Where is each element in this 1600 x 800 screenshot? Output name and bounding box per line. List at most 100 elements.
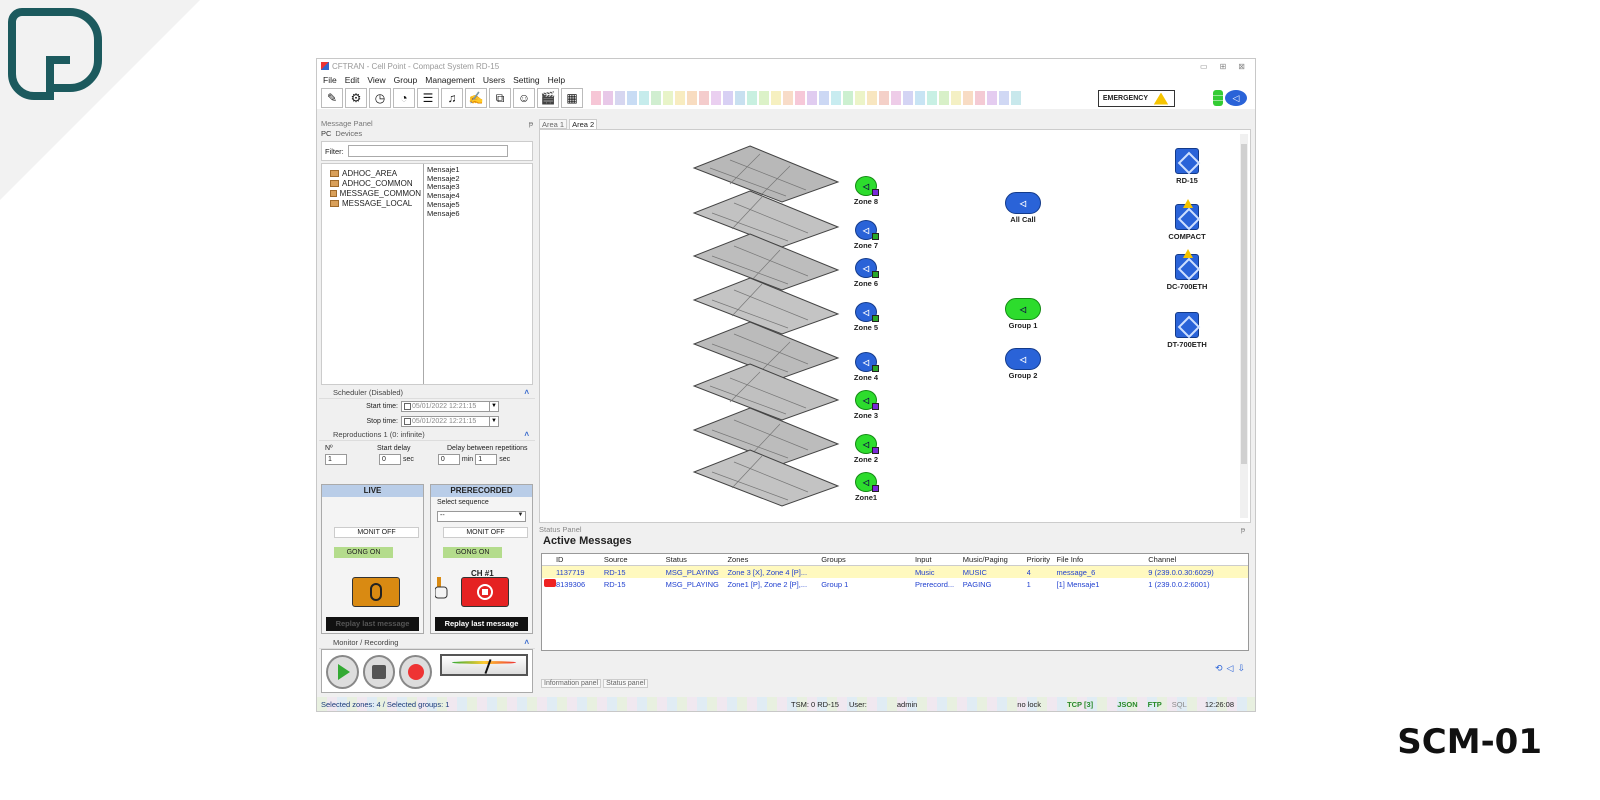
network-status-icon[interactable]: ◁ bbox=[1213, 90, 1247, 106]
play-prerecorded-button[interactable] bbox=[461, 577, 509, 607]
tab-area-1[interactable]: Area 1 bbox=[539, 119, 568, 129]
menu-setting[interactable]: Setting bbox=[513, 75, 539, 85]
zone-5-speaker[interactable]: ◁ Zone 5 bbox=[848, 302, 884, 332]
tree-item[interactable]: MESSAGE_COMMON bbox=[330, 188, 421, 198]
reproductions-header[interactable]: Reproductions 1 (0: infinite) ˄ bbox=[319, 429, 535, 441]
zone-4-speaker[interactable]: ◁ Zone 4 bbox=[848, 352, 884, 382]
column-header[interactable]: Zones bbox=[727, 555, 821, 564]
tab-information-panel[interactable]: Information panel bbox=[541, 679, 602, 688]
column-header[interactable]: Input bbox=[915, 555, 963, 564]
device-dc-700eth[interactable]: DC-700ETH bbox=[1162, 249, 1212, 291]
repetitions-stepper[interactable]: 1 bbox=[325, 453, 347, 465]
edit-note-icon[interactable]: ✍ bbox=[465, 88, 487, 108]
monit-toggle[interactable]: MONIT OFF bbox=[334, 527, 419, 538]
zone-1-speaker[interactable]: ◁ Zone1 bbox=[848, 472, 884, 502]
gong-toggle[interactable]: GONG ON bbox=[334, 547, 393, 558]
chevron-up-icon[interactable]: ˄ bbox=[524, 638, 529, 647]
chevron-up-icon[interactable]: ˄ bbox=[524, 430, 529, 439]
pin-icon[interactable]: ᵽ bbox=[1241, 525, 1245, 535]
chevron-down-icon[interactable]: ▼ bbox=[489, 402, 498, 411]
pencil-icon[interactable]: ✎ bbox=[321, 88, 343, 108]
start-time-checkbox[interactable] bbox=[404, 403, 411, 410]
music-list-icon[interactable]: ♫ bbox=[441, 88, 463, 108]
group-2[interactable]: ◁ Group 2 bbox=[1002, 348, 1044, 380]
pin-icon[interactable]: ᵽ bbox=[529, 119, 533, 129]
start-delay-stepper[interactable]: 0 bbox=[379, 453, 401, 465]
minimize-button[interactable]: ▭ bbox=[1200, 62, 1208, 71]
tab-devices[interactable]: Devices bbox=[335, 129, 362, 139]
tab-pc[interactable]: PC bbox=[321, 129, 331, 139]
record-button[interactable] bbox=[399, 655, 432, 689]
emergency-button[interactable]: EMERGENCY bbox=[1097, 90, 1175, 107]
zone-8-speaker[interactable]: ◁ Zone 8 bbox=[848, 176, 884, 206]
scheduler-header[interactable]: Scheduler (Disabled) ˄ bbox=[319, 387, 535, 399]
start-time-picker[interactable]: 05/01/2022 12:21:15 ▼ bbox=[401, 401, 499, 412]
table-row[interactable]: 8139306 RD-15 MSG_PLAYING Zone1 [P], Zon… bbox=[542, 578, 1248, 590]
chevron-down-icon[interactable]: ▼ bbox=[489, 417, 498, 426]
zone-7-speaker[interactable]: ◁ Zone 7 bbox=[848, 220, 884, 250]
scrollbar-thumb[interactable] bbox=[1241, 144, 1247, 464]
group-1[interactable]: ◁ Group 1 bbox=[1002, 298, 1044, 330]
table-row[interactable]: 1137719 RD-15 MSG_PLAYING Zone 3 [X], Zo… bbox=[542, 566, 1248, 578]
menu-file[interactable]: File bbox=[323, 75, 337, 85]
all-call-group[interactable]: ◁ All Call bbox=[1002, 192, 1044, 224]
users-icon[interactable]: ☺ bbox=[513, 88, 535, 108]
schedule-icon[interactable]: ▦ bbox=[561, 88, 583, 108]
zone-2-speaker[interactable]: ◁ Zone 2 bbox=[848, 434, 884, 464]
chevron-up-icon[interactable]: ˄ bbox=[524, 388, 529, 397]
replay-last-button[interactable]: Replay last message bbox=[435, 617, 528, 631]
list-item[interactable]: Mensaje6 bbox=[427, 209, 460, 219]
menu-help[interactable]: Help bbox=[548, 75, 565, 85]
menu-management[interactable]: Management bbox=[425, 75, 475, 85]
delay-min-stepper[interactable]: 0 bbox=[437, 453, 460, 465]
zones-edit-icon[interactable]: ⧉ bbox=[489, 88, 511, 108]
delay-sec-stepper[interactable]: 1 bbox=[475, 453, 498, 465]
monitor-header[interactable]: Monitor / Recording ˄ bbox=[319, 637, 535, 649]
filter-input[interactable] bbox=[347, 145, 508, 157]
column-header[interactable]: File Info bbox=[1057, 555, 1149, 564]
floor-plan[interactable] bbox=[690, 448, 840, 508]
stop-time-picker[interactable]: 05/01/2022 12:21:15 ▼ bbox=[401, 416, 499, 427]
map-scrollbar[interactable] bbox=[1240, 134, 1248, 518]
monit-toggle[interactable]: MONIT OFF bbox=[443, 527, 528, 538]
menu-group[interactable]: Group bbox=[394, 75, 418, 85]
tree-item[interactable]: ADHOC_AREA bbox=[330, 168, 421, 178]
column-header[interactable]: Channel bbox=[1148, 555, 1248, 564]
list-icon[interactable]: ☰ bbox=[417, 88, 439, 108]
device-dt-700eth[interactable]: DT-700ETH bbox=[1162, 312, 1212, 349]
play-button[interactable] bbox=[326, 655, 359, 689]
export-icon[interactable]: ⇩ bbox=[1237, 663, 1245, 674]
gong-toggle[interactable]: GONG ON bbox=[443, 547, 502, 558]
clapper-icon[interactable]: 🎬 bbox=[537, 88, 559, 108]
speaker-icon[interactable]: ◁ bbox=[1227, 663, 1234, 674]
column-header[interactable]: Priority bbox=[1027, 555, 1057, 564]
clock-check-icon[interactable]: ◔ bbox=[393, 88, 415, 108]
refresh-icon[interactable]: ⟲ bbox=[1215, 663, 1223, 674]
floor-plan-canvas[interactable]: ◁ Zone 8 ◁ Zone 7 ◁ Zone 6 ◁ Zone 5 ◁ Zone 4 … bbox=[539, 129, 1251, 523]
stop-button[interactable] bbox=[362, 655, 396, 689]
column-header[interactable]: Status bbox=[666, 555, 728, 564]
sequence-select[interactable]: -- ▼ bbox=[437, 511, 526, 522]
zone-3-speaker[interactable]: ◁ Zone 3 bbox=[848, 390, 884, 420]
menu-view[interactable]: View bbox=[367, 75, 385, 85]
maximize-button[interactable]: ⊞ bbox=[1220, 62, 1227, 71]
speakers-icon[interactable]: ⚙ bbox=[345, 88, 367, 108]
column-header[interactable]: ID bbox=[556, 555, 604, 564]
device-rd-15[interactable]: RD-15 bbox=[1162, 148, 1212, 185]
replay-last-button[interactable]: Replay last message bbox=[326, 617, 419, 631]
clock-speaker-icon[interactable]: ◷ bbox=[369, 88, 391, 108]
tab-status-panel[interactable]: Status panel bbox=[603, 679, 649, 688]
column-header[interactable]: Source bbox=[604, 555, 666, 564]
column-header[interactable]: Groups bbox=[821, 555, 915, 564]
stop-message-icon[interactable] bbox=[544, 579, 556, 587]
device-compact[interactable]: COMPACT bbox=[1162, 199, 1212, 241]
menu-users[interactable]: Users bbox=[483, 75, 505, 85]
tab-area-2[interactable]: Area 2 bbox=[569, 119, 598, 129]
zone-6-speaker[interactable]: ◁ Zone 6 bbox=[848, 258, 884, 288]
tree-item[interactable]: MESSAGE_LOCAL bbox=[330, 198, 421, 208]
tree-item[interactable]: ADHOC_COMMON bbox=[330, 178, 421, 188]
menu-edit[interactable]: Edit bbox=[345, 75, 360, 85]
close-button[interactable]: ⊠ bbox=[1238, 62, 1245, 71]
stop-time-checkbox[interactable] bbox=[404, 418, 411, 425]
live-talk-button[interactable] bbox=[352, 577, 400, 607]
